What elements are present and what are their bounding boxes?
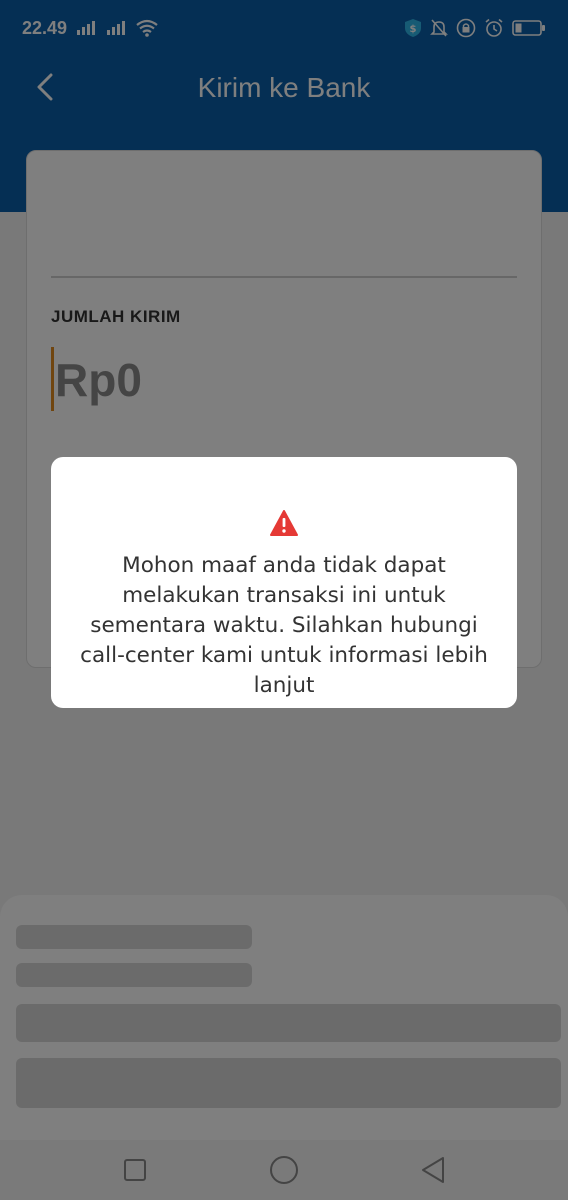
warning-icon xyxy=(270,510,298,536)
dialog-message: Mohon maaf anda tidak dapat melakukan tr… xyxy=(80,553,488,698)
error-dialog: Mohon maaf anda tidak dapat melakukan tr… xyxy=(51,457,517,708)
